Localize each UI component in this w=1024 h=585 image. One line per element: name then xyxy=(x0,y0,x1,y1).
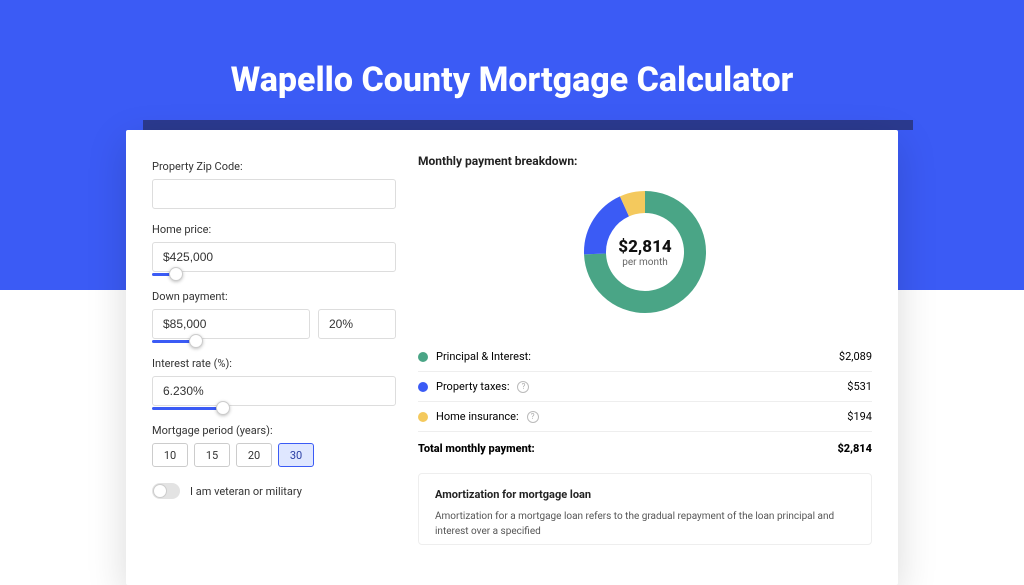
page-title: Wapello County Mortgage Calculator xyxy=(0,60,1024,100)
donut-center-sub: per month xyxy=(622,257,668,268)
legend-dot xyxy=(418,352,428,362)
period-pill-10[interactable]: 10 xyxy=(152,443,188,467)
legend-row: Principal & Interest: $2,089 xyxy=(418,342,872,371)
inputs-column: Property Zip Code: Home price: Down paym… xyxy=(152,154,396,545)
down-payment-pct-input[interactable] xyxy=(318,309,396,339)
total-label: Total monthly payment: xyxy=(418,442,535,455)
period-label: Mortgage period (years): xyxy=(152,424,396,437)
down-payment-input[interactable] xyxy=(152,309,310,339)
zip-input[interactable] xyxy=(152,179,396,209)
hero-shadow xyxy=(143,120,913,130)
info-icon[interactable]: ? xyxy=(527,411,539,423)
amortization-card: Amortization for mortgage loan Amortizat… xyxy=(418,473,872,545)
legend-name: Home insurance: xyxy=(436,410,519,423)
period-pill-20[interactable]: 20 xyxy=(236,443,272,467)
total-value: $2,814 xyxy=(837,442,872,455)
legend: Principal & Interest: $2,089 Property taxe… xyxy=(418,342,872,431)
legend-value: $194 xyxy=(847,410,872,423)
legend-row: Home insurance:? $194 xyxy=(418,401,872,431)
amortization-heading: Amortization for mortgage loan xyxy=(435,488,855,501)
home-price-input[interactable] xyxy=(152,242,396,272)
interest-input[interactable] xyxy=(152,376,396,406)
legend-dot xyxy=(418,382,428,392)
donut-center-value: $2,814 xyxy=(618,237,671,257)
legend-value: $2,089 xyxy=(839,350,872,363)
info-icon[interactable]: ? xyxy=(517,381,529,393)
period-pill-15[interactable]: 15 xyxy=(194,443,230,467)
home-price-slider[interactable] xyxy=(152,270,396,276)
breakdown-column: Monthly payment breakdown: $2,814 per mo… xyxy=(418,154,872,545)
home-price-label: Home price: xyxy=(152,223,396,236)
down-payment-label: Down payment: xyxy=(152,290,396,303)
veteran-label: I am veteran or military xyxy=(190,485,302,498)
period-pills: 10152030 xyxy=(152,443,396,467)
interest-slider[interactable] xyxy=(152,404,396,410)
amortization-body: Amortization for a mortgage loan refers … xyxy=(435,509,855,539)
legend-row: Property taxes:? $531 xyxy=(418,371,872,401)
period-pill-30[interactable]: 30 xyxy=(278,443,314,467)
zip-label: Property Zip Code: xyxy=(152,160,396,173)
calculator-card: Property Zip Code: Home price: Down paym… xyxy=(126,130,898,585)
donut-chart: $2,814 per month xyxy=(579,186,711,318)
interest-label: Interest rate (%): xyxy=(152,357,396,370)
breakdown-heading: Monthly payment breakdown: xyxy=(418,154,872,178)
down-payment-slider[interactable] xyxy=(152,337,396,343)
legend-name: Property taxes: xyxy=(436,380,509,393)
veteran-toggle[interactable] xyxy=(152,483,180,499)
legend-dot xyxy=(418,412,428,422)
legend-value: $531 xyxy=(847,380,872,393)
legend-name: Principal & Interest: xyxy=(436,350,531,363)
